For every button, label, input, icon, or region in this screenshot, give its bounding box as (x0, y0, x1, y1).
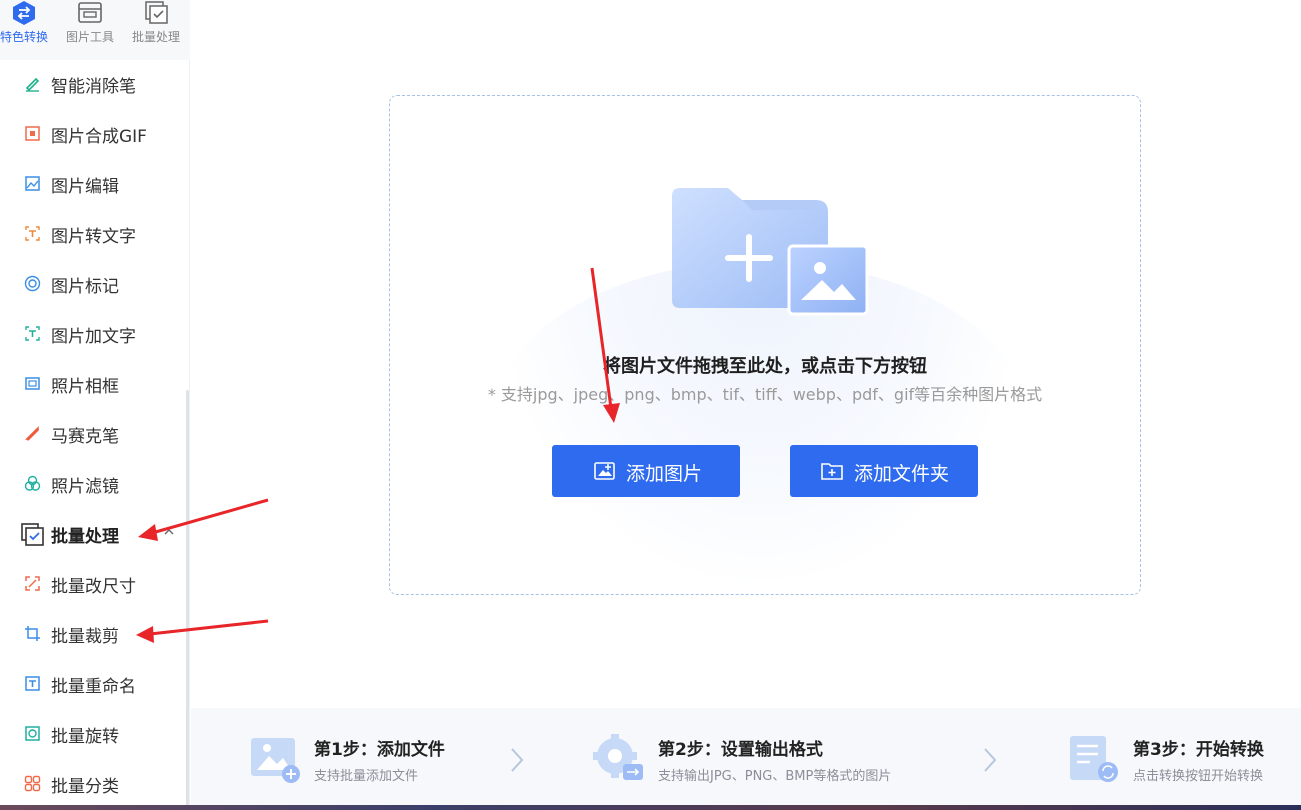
sidebar-item-photo-frame[interactable]: 照片相框 (0, 360, 185, 410)
tab-image-tools[interactable]: 图片工具 (58, 0, 122, 60)
drop-zone-title: 将图片文件拖拽至此处，或点击下方按钮 (603, 356, 927, 377)
sidebar-group-label: 批量处理 (51, 527, 119, 547)
mosaic-pen-icon (24, 425, 41, 442)
sidebar-item-label: 图片转文字 (51, 227, 136, 247)
add-image-icon (594, 461, 616, 481)
add-folder-icon (820, 461, 843, 481)
drop-zone[interactable]: 将图片文件拖拽至此处，或点击下方按钮 * 支持jpg、jpeg、png、bmp、… (389, 95, 1141, 595)
sidebar-item-batch-rename[interactable]: 批量重命名 (0, 660, 185, 710)
settings-step-icon (593, 734, 645, 784)
step-desc: 支持批量添加文件 (314, 769, 419, 784)
rotate-icon (24, 725, 41, 742)
batch-icon (21, 523, 45, 547)
step-desc: 点击转换按钮开始转换 (1133, 769, 1264, 784)
resize-icon (24, 575, 41, 592)
image-tool-icon (76, 0, 104, 26)
chevron-right-icon (509, 746, 525, 774)
add-image-button[interactable]: 添加图片 (552, 445, 740, 497)
add-text-icon (24, 325, 41, 342)
rename-icon (24, 675, 41, 692)
sidebar-item-batch-crop[interactable]: 批量裁剪 (0, 610, 185, 660)
gif-icon (24, 125, 41, 142)
sidebar-item-label: 批量重命名 (51, 677, 136, 697)
add-image-label: 添加图片 (626, 463, 703, 485)
step-title: 第2步：设置输出格式 (658, 740, 823, 760)
tab-batch[interactable]: 批量处理 (124, 0, 188, 60)
sidebar-item-label: 批量裁剪 (51, 627, 119, 647)
crop-icon (24, 625, 41, 642)
convert-step-icon (1068, 734, 1120, 784)
add-file-step-icon (249, 734, 301, 784)
sidebar-item-smart-eraser[interactable]: 智能消除笔 (0, 60, 185, 110)
sidebar-item-add-text[interactable]: 图片加文字 (0, 310, 185, 360)
image-to-text-icon (24, 225, 41, 242)
eraser-pen-icon (24, 75, 41, 92)
sidebar-item-photo-filter[interactable]: 照片滤镜 (0, 460, 185, 510)
sidebar-item-mosaic-pen[interactable]: 马赛克笔 (0, 410, 185, 460)
sidebar-item-label: 批量分类 (51, 777, 119, 797)
sidebar-item-label: 马赛克笔 (51, 427, 119, 447)
sidebar-item-label: 图片标记 (51, 277, 119, 297)
image-mark-icon (24, 275, 41, 292)
sidebar-item-image-edit[interactable]: 图片编辑 (0, 160, 185, 210)
steps-bar: 第1步：添加文件 支持批量添加文件 第2步：设置输出格式 支持输出JPG、PNG… (191, 708, 1301, 810)
convert-icon (10, 0, 38, 26)
image-edit-icon (24, 175, 41, 192)
step-desc: 支持输出JPG、PNG、BMP等格式的图片 (658, 769, 892, 784)
sidebar-item-label: 照片滤镜 (51, 477, 119, 497)
tab-label: 特色转换 (0, 30, 48, 44)
sidebar-item-image-to-text[interactable]: 图片转文字 (0, 210, 185, 260)
sidebar-item-label: 图片加文字 (51, 327, 136, 347)
step-title: 第1步：添加文件 (314, 740, 445, 760)
drop-zone-hint: * 支持jpg、jpeg、png、bmp、tif、tiff、webp、pdf、g… (487, 385, 1043, 404)
folder-image-illustration (670, 188, 870, 320)
taskbar-strip (0, 805, 1301, 810)
sidebar-item-batch-classify[interactable]: 批量分类 (0, 760, 185, 810)
chevron-right-icon (982, 746, 998, 774)
sidebar-item-label: 图片编辑 (51, 177, 119, 197)
chevron-up-icon[interactable] (162, 524, 176, 538)
tab-feature-convert[interactable]: 特色转换 (0, 0, 56, 60)
add-folder-label: 添加文件夹 (854, 463, 950, 485)
step-title: 第3步：开始转换 (1133, 740, 1264, 760)
sidebar-scrollbar[interactable] (186, 390, 189, 810)
batch-icon (142, 0, 170, 26)
filter-icon (24, 475, 41, 492)
sidebar-item-label: 智能消除笔 (51, 77, 136, 97)
tab-label: 图片工具 (65, 30, 114, 44)
tab-label: 批量处理 (131, 30, 180, 44)
sidebar-group-batch[interactable]: 批量处理 (0, 510, 185, 560)
app-window: 特色转换 图片工具 批量处理 智能消除笔 图片合成GIF 图片编辑 图片转文字 … (0, 0, 1301, 810)
classify-icon (24, 775, 41, 792)
sidebar-item-label: 批量改尺寸 (51, 577, 136, 597)
photo-frame-icon (24, 375, 41, 392)
add-folder-button[interactable]: 添加文件夹 (790, 445, 978, 497)
sidebar-item-image-mark[interactable]: 图片标记 (0, 260, 185, 310)
top-tab-bar: 特色转换 图片工具 批量处理 (0, 0, 190, 60)
sidebar-item-label: 批量旋转 (51, 727, 119, 747)
sidebar-item-batch-rotate[interactable]: 批量旋转 (0, 710, 185, 760)
sidebar-item-label: 图片合成GIF (51, 127, 147, 147)
sidebar: 特色转换 图片工具 批量处理 智能消除笔 图片合成GIF 图片编辑 图片转文字 … (0, 0, 190, 810)
sidebar-item-label: 照片相框 (51, 377, 119, 397)
sidebar-item-gif[interactable]: 图片合成GIF (0, 110, 185, 160)
sidebar-item-batch-resize[interactable]: 批量改尺寸 (0, 560, 185, 610)
